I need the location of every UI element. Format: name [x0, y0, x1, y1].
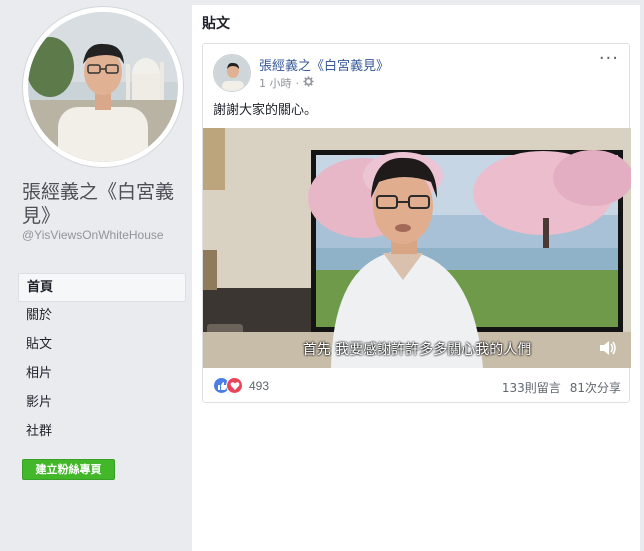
post-stats: 133則留言 81次分享 — [502, 379, 621, 396]
comments-count-link[interactable]: 133則留言 — [502, 381, 561, 395]
post-footer: 493 133則留言 81次分享 — [203, 372, 631, 402]
shares-count-link[interactable]: 81次分享 — [570, 381, 621, 395]
sidebar-item-posts[interactable]: 貼文 — [18, 331, 186, 360]
left-column: 張經義之《白宮義見》 @YisViewsOnWhiteHouse 首頁 關於 貼… — [0, 0, 192, 551]
profile-picture[interactable] — [22, 6, 184, 168]
video-frame — [203, 128, 631, 368]
gear-icon[interactable] — [303, 76, 314, 90]
more-options-icon[interactable]: ··· — [599, 50, 619, 68]
avatar — [28, 12, 178, 162]
posts-panel: 貼文 張經義之《白宮義見》 1 小時 · ··· 謝謝大家的關心。 首先 我要感… — [192, 5, 640, 551]
volume-icon[interactable] — [599, 340, 617, 356]
sidebar-item-community[interactable]: 社群 — [18, 418, 186, 447]
video-player[interactable]: 首先 我要感謝許許多多關心我的人們 — [203, 128, 631, 368]
heart-icon — [226, 377, 243, 394]
sidebar-item-home[interactable]: 首頁 — [18, 273, 186, 302]
sidebar-nav: 首頁 關於 貼文 相片 影片 社群 — [18, 273, 186, 447]
sidebar-item-videos[interactable]: 影片 — [18, 389, 186, 418]
post-author-link[interactable]: 張經義之《白宮義見》 — [259, 55, 389, 74]
sidebar-item-photos[interactable]: 相片 — [18, 360, 186, 389]
page-handle[interactable]: @YisViewsOnWhiteHouse — [22, 228, 190, 243]
post-card: 張經義之《白宮義見》 1 小時 · ··· 謝謝大家的關心。 首先 我要感謝許許… — [202, 43, 631, 403]
post-text: 謝謝大家的關心。 — [213, 103, 318, 118]
reactions-summary[interactable]: 493 — [213, 377, 269, 394]
post-author-avatar[interactable] — [213, 54, 251, 92]
create-page-button[interactable]: 建立粉絲專頁 — [22, 459, 115, 480]
sidebar-item-about[interactable]: 關於 — [18, 302, 186, 331]
posts-heading: 貼文 — [202, 16, 230, 32]
dot-separator: · — [295, 76, 300, 90]
video-subtitle: 首先 我要感謝許許多多關心我的人們 — [302, 342, 532, 358]
reaction-count: 493 — [249, 378, 270, 393]
post-timestamp[interactable]: 1 小時 — [259, 75, 292, 91]
post-meta: 1 小時 · — [259, 75, 314, 91]
page-title[interactable]: 張經義之《白宮義見》 — [22, 180, 190, 228]
